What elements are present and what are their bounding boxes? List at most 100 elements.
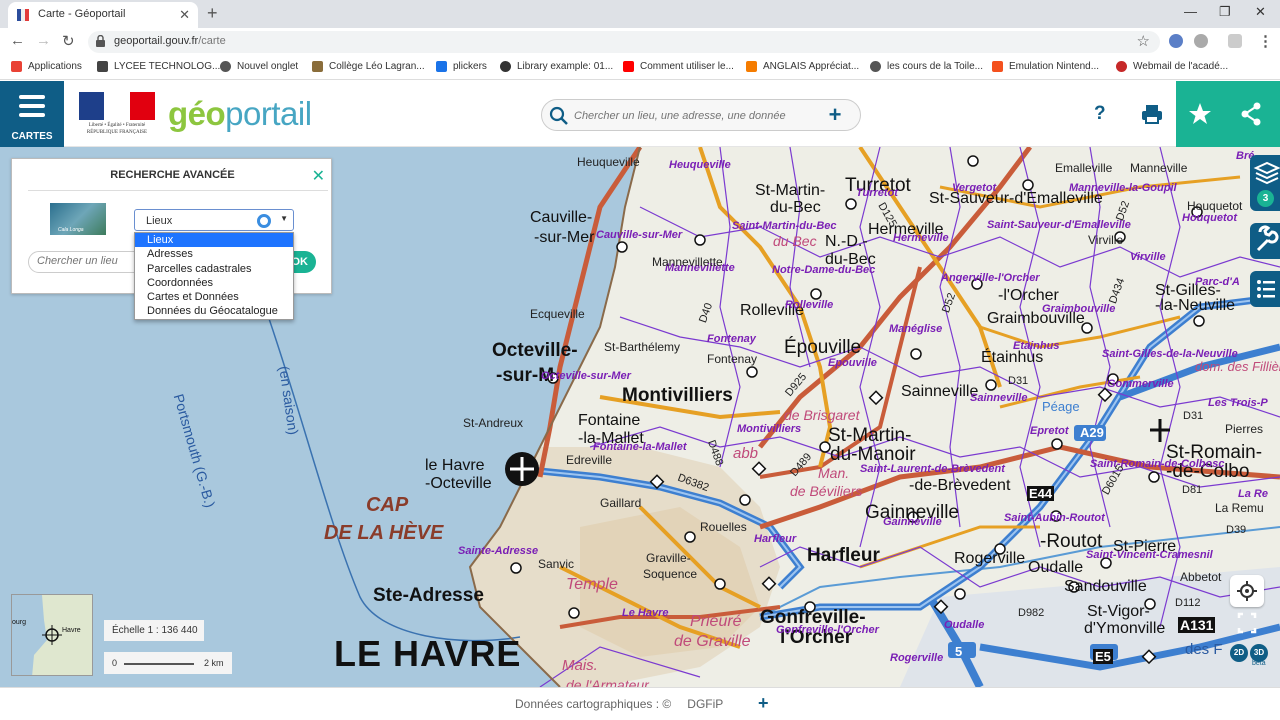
place-label: Edreville: [566, 453, 613, 467]
more-credits-plus-icon[interactable]: +: [758, 693, 769, 714]
commune-label: Sainte-Adresse: [458, 545, 539, 557]
bookmark-anglais[interactable]: ANGLAIS Appréciat...: [746, 61, 859, 72]
browser-menu-icon[interactable]: ⋮: [1258, 32, 1273, 50]
bookmark-label: Webmail de l'acadé...: [1133, 61, 1229, 72]
fullscreen-button[interactable]: [1230, 607, 1264, 639]
layers-widget[interactable]: 3: [1250, 155, 1280, 211]
geoportail-logo[interactable]: géoportail: [168, 95, 312, 133]
legend-widget[interactable]: [1250, 271, 1280, 307]
commune-label: Heuqueville: [669, 159, 731, 171]
extension-icon[interactable]: [1194, 34, 1208, 48]
place-label: Rouelles: [700, 520, 747, 534]
profile-icon[interactable]: [1228, 34, 1242, 48]
back-arrow-icon[interactable]: ←: [10, 32, 25, 49]
commune-label: Parc-d'A: [1195, 276, 1240, 288]
dropdown-option[interactable]: Coordonnées: [135, 276, 293, 290]
commune-label: Etainhus: [1013, 340, 1060, 352]
place-label: Oudalle: [1028, 559, 1084, 576]
bookmark-college[interactable]: Collège Léo Lagran...: [312, 61, 425, 72]
print-icon[interactable]: [1141, 103, 1163, 125]
extension-skype-icon[interactable]: [1169, 34, 1183, 48]
commune-label: Les Trois-P: [1208, 397, 1268, 409]
search-type-select[interactable]: Lieux ▼: [134, 209, 294, 231]
bookmark-nouvel-onglet[interactable]: Nouvel onglet: [220, 61, 298, 72]
browser-toolbar: ← → ↻ geoportail.gouv.fr/carte ☆ ⋮: [0, 28, 1280, 56]
commune-label: Fontenay: [707, 333, 756, 345]
place-label: Fontenay: [707, 352, 758, 366]
address-bar[interactable]: geoportail.gouv.fr/carte ☆: [88, 31, 1160, 53]
bookmark-cours-toile[interactable]: les cours de la Toile...: [870, 61, 983, 72]
bookmark-webmail[interactable]: Webmail de l'acadé...: [1116, 61, 1228, 72]
overview-minimap[interactable]: Havre ourg: [11, 594, 93, 676]
credits-prefix: Données cartographiques : ©: [515, 697, 672, 711]
place-label: Virville: [1088, 233, 1124, 247]
dropdown-option[interactable]: Lieux: [135, 233, 293, 248]
dropdown-option[interactable]: Données du Géocatalogue: [135, 304, 293, 318]
maximize-icon[interactable]: ❐: [1219, 4, 1231, 20]
scale-text: Échelle 1 : 136 440: [104, 620, 204, 641]
favorites-button[interactable]: [1176, 81, 1224, 147]
view-mode-toggle[interactable]: 2D 3D bêta: [1230, 644, 1278, 668]
bookmark-youtube[interactable]: Comment utiliser le...: [623, 61, 734, 72]
forward-arrow-icon[interactable]: →: [36, 32, 51, 49]
road-number: D31: [1183, 410, 1204, 422]
commune-label: Angerville-l'Orcher: [941, 272, 1040, 284]
bookmark-label: Applications: [28, 61, 82, 72]
advanced-search-plus-icon[interactable]: +: [823, 103, 847, 127]
search-input[interactable]: [574, 106, 814, 126]
place-label: Épouville: [784, 337, 862, 358]
2d-button[interactable]: 2D: [1230, 644, 1248, 662]
close-icon[interactable]: ✕: [312, 166, 325, 186]
commune-label: Saint-Romain-de-Colbosc: [1090, 458, 1225, 470]
bookmark-emulation[interactable]: Emulation Nintend...: [992, 61, 1099, 72]
commune-label: La Re: [1238, 488, 1268, 500]
cap-label: DE LA HÈVE: [324, 522, 444, 544]
cartes-menu-button[interactable]: CARTES: [0, 81, 64, 147]
browser-tab[interactable]: Carte - Géoportail ✕: [8, 2, 198, 28]
bookmark-plickers[interactable]: plickers: [436, 61, 487, 72]
place-label: du-Bec: [770, 199, 821, 216]
bookmark-label: Comment utiliser le...: [640, 61, 734, 72]
commune-label: Epouville: [828, 357, 877, 369]
bookmark-applications[interactable]: Applications: [11, 61, 82, 72]
new-tab-button[interactable]: +: [207, 3, 218, 24]
search-icon[interactable]: [549, 106, 569, 126]
credits-provider[interactable]: DGFiP: [687, 697, 723, 711]
list-icon: [1257, 280, 1275, 298]
globe-icon: [220, 61, 231, 72]
bookmark-label: Emulation Nintend...: [1009, 61, 1100, 72]
help-button[interactable]: ?: [1094, 103, 1106, 125]
share-button[interactable]: [1224, 81, 1280, 147]
place-label: Rogerville: [954, 550, 1026, 567]
geolocate-button[interactable]: [1230, 575, 1264, 607]
dropdown-option[interactable]: Parcelles cadastrales: [135, 262, 293, 276]
place-label: Fontaine: [578, 412, 641, 429]
historic-label: de Béviliers: [790, 483, 863, 499]
place-label: Houquetot: [1187, 199, 1243, 213]
historic-label: abb: [733, 445, 759, 462]
marianne-flag-icon: [79, 92, 155, 120]
minimize-icon[interactable]: —: [1184, 4, 1197, 19]
commune-label: Virville: [1130, 251, 1166, 263]
place-label: -sur-Mer: [534, 229, 595, 246]
commune-label: Gonfreville-l'Orcher: [776, 624, 879, 636]
dropdown-option[interactable]: Cartes et Données: [135, 290, 293, 304]
reload-icon[interactable]: ↻: [62, 32, 75, 50]
bookmark-star-icon[interactable]: ☆: [1137, 32, 1150, 50]
historic-label: Mais.: [562, 657, 598, 674]
commune-label: Manéglise: [889, 323, 943, 335]
dropdown-option[interactable]: Adresses: [135, 247, 293, 261]
road-number: E5: [1093, 649, 1113, 664]
commune-label: Montivilliers: [737, 423, 802, 435]
historic-label: de l'Armateur: [566, 677, 649, 687]
place-label: Sanvic: [538, 557, 575, 571]
commune-label: Rolleville: [785, 299, 834, 311]
water-label: des F: [1185, 641, 1223, 658]
bookmark-lycee[interactable]: LYCEE TECHNOLOG...: [97, 61, 220, 72]
tab-close-icon[interactable]: ✕: [179, 7, 190, 23]
tools-widget[interactable]: [1250, 223, 1280, 259]
commune-label: Epretot: [1030, 425, 1069, 437]
window-close-icon[interactable]: ✕: [1255, 4, 1266, 20]
commune-label: Le Havre: [622, 607, 669, 619]
bookmark-library[interactable]: Library example: 01...: [500, 61, 613, 72]
